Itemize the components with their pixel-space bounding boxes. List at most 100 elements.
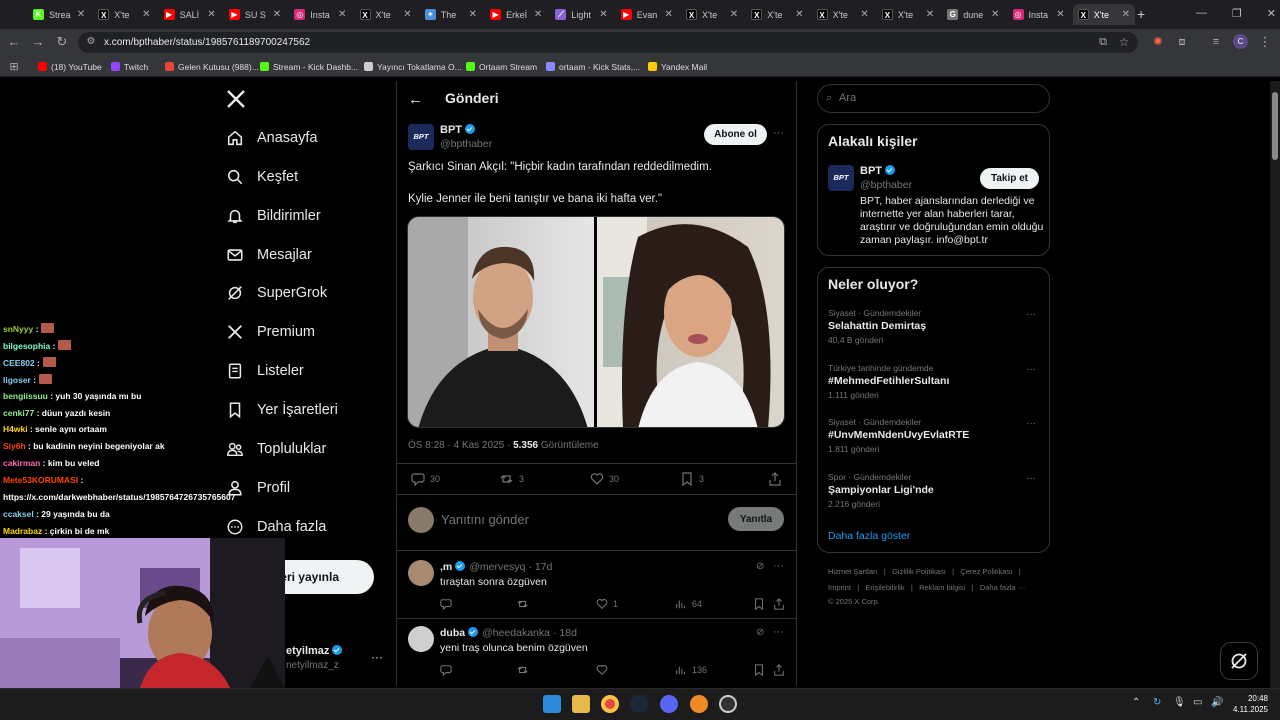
tab-close-icon[interactable]: ✕ <box>924 9 936 20</box>
cookie-link[interactable]: Çerez Politikası <box>960 567 1012 576</box>
tab-close-icon[interactable]: ✕ <box>859 9 871 20</box>
follow-button[interactable]: Takip et <box>980 168 1039 189</box>
kebab-menu-icon[interactable]: ⋮ <box>1257 34 1273 50</box>
chat-username[interactable]: bilgesophia <box>3 341 50 351</box>
tab-close-icon[interactable]: ✕ <box>1055 9 1067 20</box>
repost-action[interactable]: 3 <box>500 472 524 486</box>
grok-button[interactable] <box>1220 642 1258 680</box>
browser-tab[interactable]: X X'te ✕ <box>355 4 417 25</box>
bookmark-action[interactable] <box>753 598 770 610</box>
trend-title[interactable]: #MehmedFetihlerSultanı <box>828 375 949 387</box>
bookmark-item[interactable]: Yandex Mail <box>648 60 707 73</box>
tab-close-icon[interactable]: ✕ <box>336 9 348 20</box>
tray-chevron-icon[interactable]: ⌃ <box>1132 697 1140 708</box>
trend-title[interactable]: Şampiyonlar Ligi'nde <box>828 484 934 496</box>
tab-close-icon[interactable]: ✕ <box>989 9 1001 20</box>
tab-close-icon[interactable]: ✕ <box>663 9 675 20</box>
bookmark-item[interactable]: (18) YouTube <box>38 60 102 73</box>
browser-tab[interactable]: X X'te ✕ <box>877 4 939 25</box>
steam-icon[interactable] <box>630 695 648 713</box>
obs-icon[interactable] <box>719 695 737 713</box>
trend-more-icon[interactable]: ··· <box>1026 473 1036 484</box>
share-action[interactable] <box>773 664 790 676</box>
bookmark-item[interactable]: Twitch <box>111 60 148 73</box>
browser-tab[interactable]: ◎ Insta ✕ <box>289 4 351 25</box>
nav-item-mail[interactable]: Mesajlar <box>226 242 312 268</box>
repost-action[interactable] <box>517 664 534 676</box>
show-more-link[interactable]: Daha fazla göster <box>828 530 910 542</box>
post-more-icon[interactable]: ··· <box>773 127 784 139</box>
install-icon[interactable]: ⧉ <box>1095 34 1111 50</box>
trend-title[interactable]: #UnvMemNdenUvyEvlatRTE <box>828 429 969 441</box>
nav-item-list[interactable]: Listeler <box>226 358 304 384</box>
puzzle-icon[interactable]: ⧈ <box>1174 34 1190 50</box>
chat-username[interactable]: cakirman <box>3 458 40 468</box>
chat-username[interactable]: Siy6h <box>3 441 26 451</box>
tab-close-icon[interactable]: ✕ <box>467 9 479 20</box>
minimize-icon[interactable]: — <box>1196 7 1207 21</box>
back-icon[interactable]: ← <box>6 34 22 50</box>
nav-item-person[interactable]: Profil <box>226 475 290 501</box>
account-more-icon[interactable]: ··· <box>371 650 383 664</box>
trend-more-icon[interactable]: ··· <box>1026 364 1036 375</box>
browser-tab[interactable]: K Strea ✕ <box>28 4 90 25</box>
back-arrow-icon[interactable]: ← <box>408 91 423 108</box>
terms-link[interactable]: Hizmet Şartları <box>828 567 878 576</box>
start-icon[interactable] <box>543 695 561 713</box>
grok-explain-icon[interactable]: ⊘ <box>756 627 764 638</box>
tab-close-icon[interactable]: ✕ <box>793 9 805 20</box>
subscribe-button[interactable]: Abone ol <box>704 124 767 145</box>
views-action[interactable]: 64 <box>675 598 702 610</box>
tab-close-icon[interactable]: ✕ <box>75 9 87 20</box>
share-action[interactable] <box>773 598 790 610</box>
profile-avatar[interactable]: C <box>1233 34 1248 49</box>
browser-tab[interactable]: Gdune ✕ <box>942 4 1004 25</box>
cloud-app-icon[interactable] <box>690 695 708 713</box>
chat-username[interactable]: H4wki <box>3 424 28 434</box>
reply-input[interactable]: Yanıtını gönder <box>441 512 529 527</box>
reply-more-icon[interactable]: ··· <box>773 560 784 572</box>
chat-username[interactable]: ccaksel <box>3 509 34 519</box>
forward-icon[interactable]: → <box>30 34 46 50</box>
browser-tab[interactable]: X X'te ✕ <box>1072 4 1135 25</box>
like-action[interactable] <box>596 664 613 676</box>
close-window-icon[interactable]: ✕ <box>1267 7 1276 21</box>
browser-tab[interactable]: X X'te ✕ <box>746 4 808 25</box>
reply-author[interactable]: duba <box>440 627 465 639</box>
tab-close-icon[interactable]: ✕ <box>532 9 544 20</box>
reply-more-icon[interactable]: ··· <box>773 626 784 638</box>
browser-tab[interactable]: ▶ SALİ ✕ <box>159 4 221 25</box>
bookmark-action[interactable]: 3 <box>680 472 704 486</box>
like-action[interactable]: 30 <box>590 472 619 486</box>
account-name[interactable]: etyilmaz <box>286 645 343 657</box>
chat-username[interactable]: CEE802 <box>3 358 35 368</box>
like-action[interactable]: 1 <box>596 598 618 610</box>
author-handle[interactable]: @bpthaber <box>440 138 492 150</box>
grok-explain-icon[interactable]: ⊘ <box>756 561 764 572</box>
tab-close-icon[interactable]: ✕ <box>271 9 283 20</box>
tab-close-icon[interactable]: ✕ <box>402 9 414 20</box>
clock-date[interactable]: 4.11.2025 <box>1228 705 1268 714</box>
browser-tab[interactable]: X X'te ✕ <box>812 4 874 25</box>
tray-sync-icon[interactable]: ↻ <box>1153 697 1161 708</box>
star-icon[interactable]: ☆ <box>1116 34 1132 50</box>
clock-time[interactable]: 20:48 <box>1233 694 1268 703</box>
nav-item-search[interactable]: Keşfet <box>226 164 298 190</box>
ads-info-link[interactable]: Reklam bilgisi <box>919 583 965 592</box>
browser-tab[interactable]: ⟋ Light ✕ <box>550 4 612 25</box>
display-icon[interactable]: ▭ <box>1193 697 1202 708</box>
url-text[interactable]: x.com/bpthaber/status/198576118970024756… <box>104 37 310 48</box>
apps-grid-icon[interactable]: ⊞ <box>6 59 22 75</box>
discord-icon[interactable] <box>660 695 678 713</box>
nav-item-home[interactable]: Anasayfa <box>226 125 317 151</box>
chat-username[interactable]: snNyyy <box>3 324 33 334</box>
accessibility-link[interactable]: Erişilebilirlik <box>865 583 904 592</box>
reply-action[interactable] <box>440 598 457 610</box>
person-avatar[interactable]: BPT <box>828 165 854 191</box>
chat-username[interactable]: bengiissuu <box>3 391 48 401</box>
bookmark-item[interactable]: Ortaam Stream <box>466 60 537 73</box>
bookmark-item[interactable]: ortaam - Kick Stats,... <box>546 60 640 73</box>
trend-more-icon[interactable]: ··· <box>1026 418 1036 429</box>
nav-item-bookmark[interactable]: Yer İşaretleri <box>226 397 338 423</box>
reload-icon[interactable]: ↻ <box>54 34 70 50</box>
